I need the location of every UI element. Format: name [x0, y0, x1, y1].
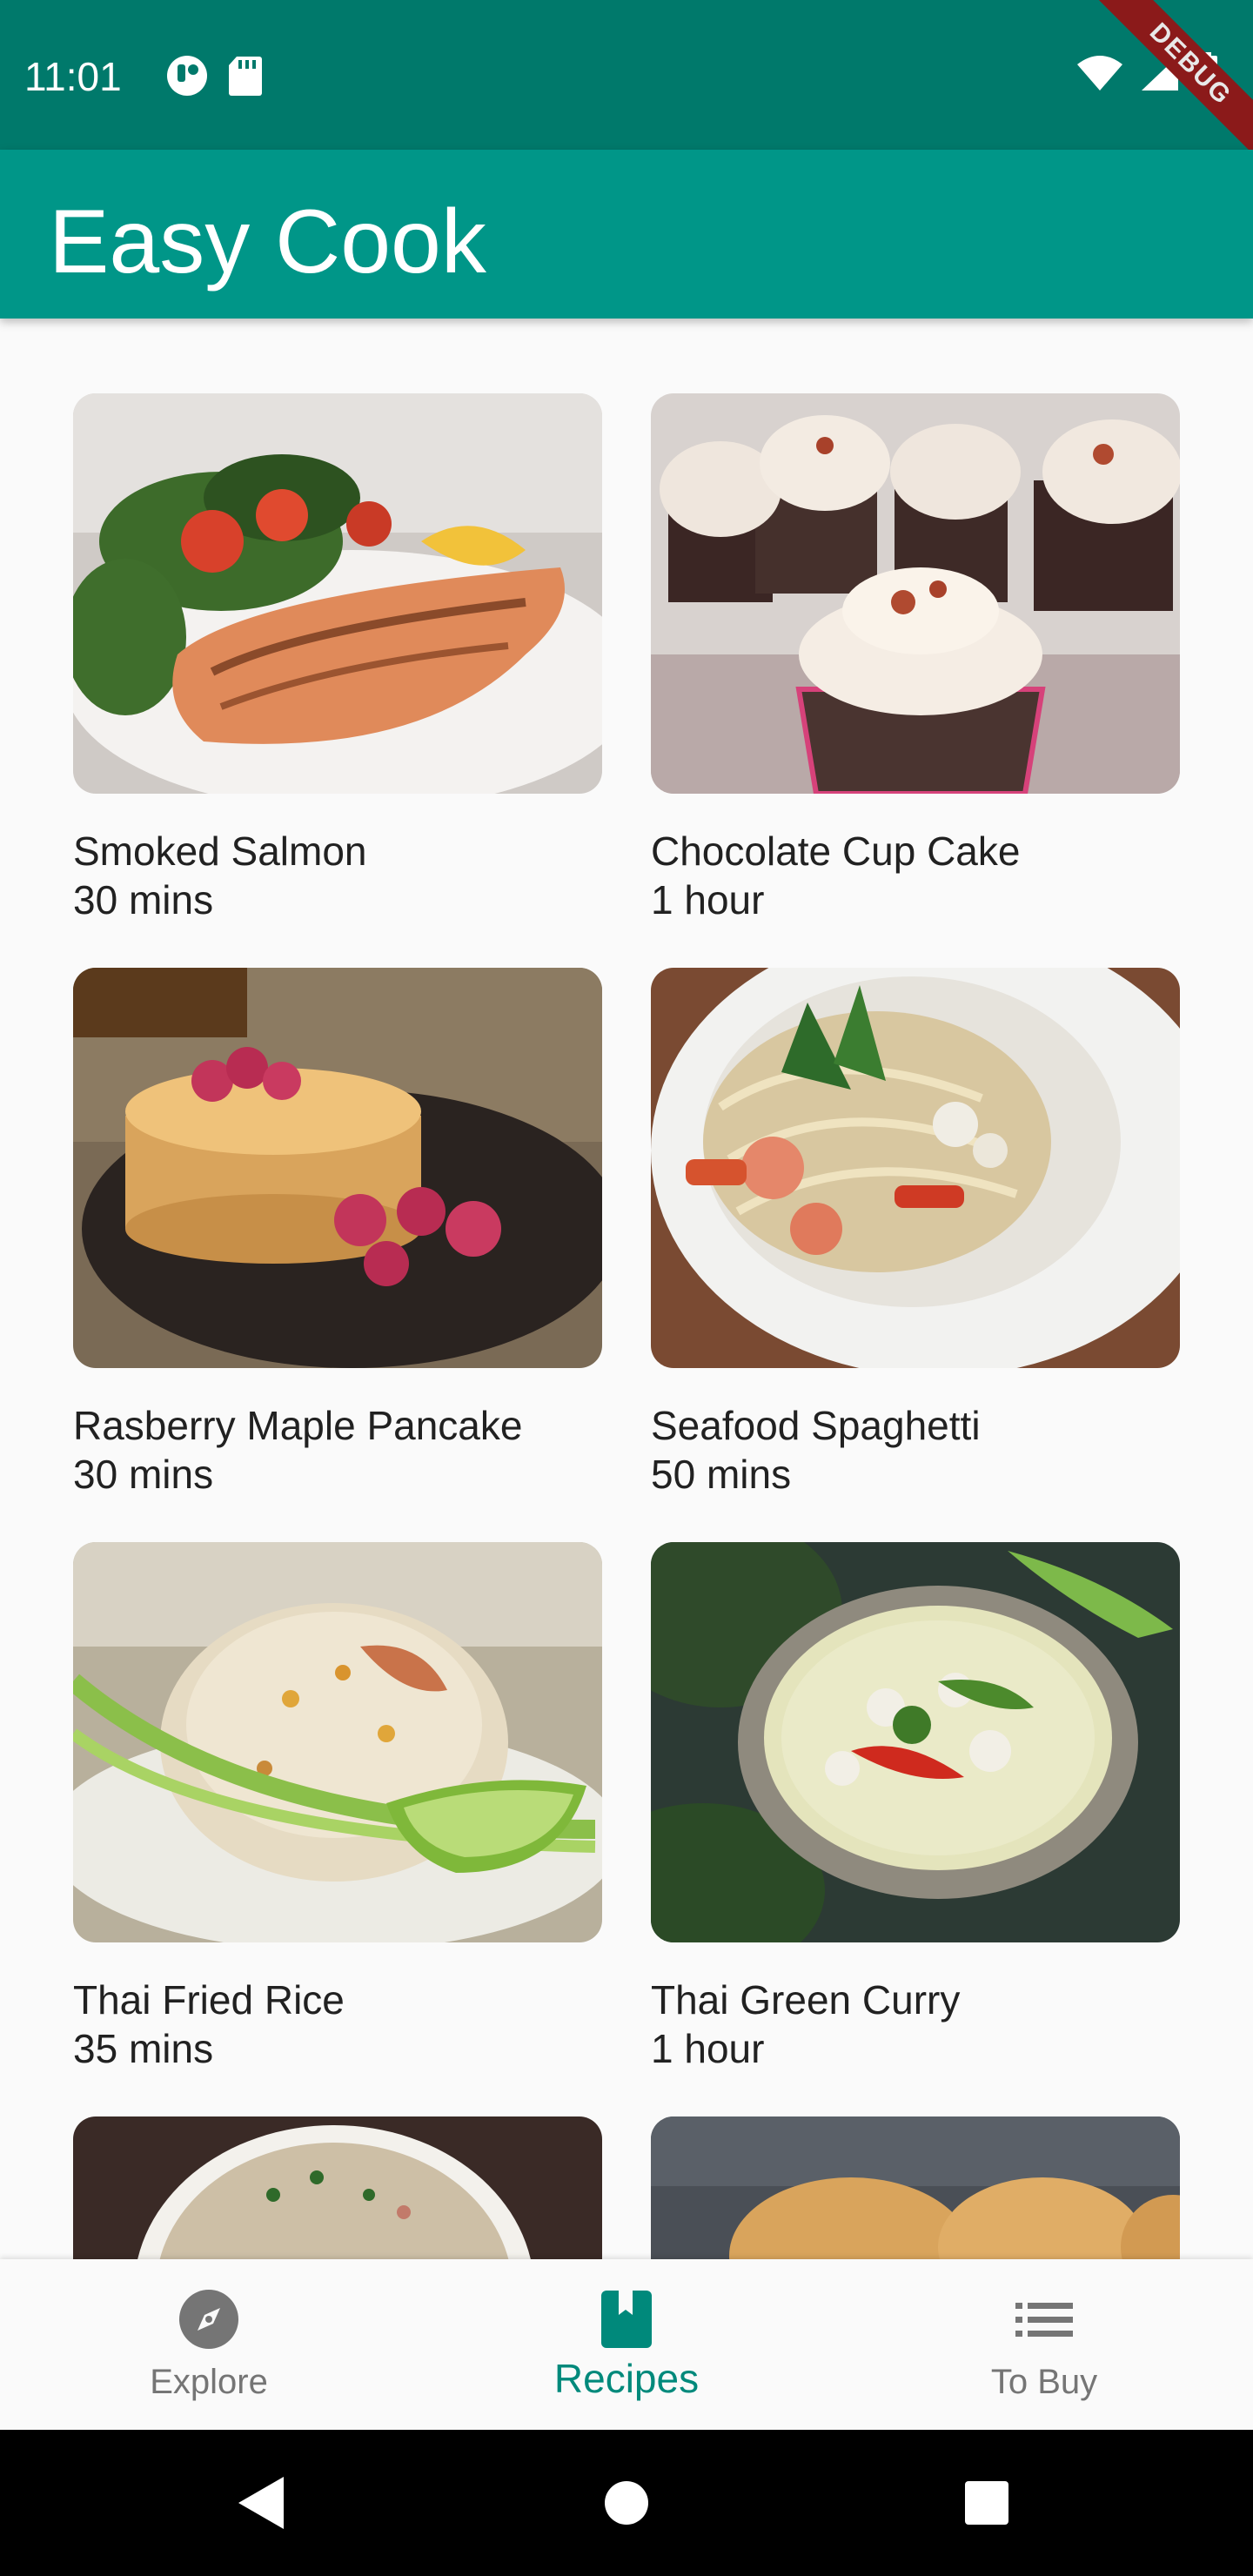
book-icon [601, 2291, 652, 2348]
recipe-card[interactable]: Smoked Salmon 30 mins [73, 393, 602, 924]
recipe-card[interactable]: Chocolate Cup Cake 1 hour [651, 393, 1180, 924]
nav-item-recipes[interactable]: Recipes [418, 2259, 835, 2430]
list-icon [1015, 2303, 1073, 2337]
recents-icon[interactable] [964, 2480, 1009, 2526]
recipe-image [73, 1542, 602, 1942]
recipe-card[interactable]: Thai Fried Rice 35 mins [73, 1542, 602, 2073]
recipe-title: Rasberry Maple Pancake [73, 1403, 523, 1448]
recipe-image [651, 968, 1180, 1368]
recipe-card[interactable]: Seafood Spaghetti 50 mins [651, 968, 1180, 1499]
recipe-image [73, 2116, 602, 2259]
nav-label-recipes: Recipes [553, 2356, 700, 2401]
nav-item-to-buy[interactable]: To Buy [835, 2259, 1253, 2430]
recipe-time: 35 mins [73, 2026, 214, 2071]
app-title: Easy Cook [49, 191, 486, 292]
recipe-title: Thai Green Curry [651, 1977, 961, 2023]
system-navigation-bar [0, 2430, 1253, 2576]
compass-icon [179, 2290, 238, 2349]
nav-item-explore[interactable]: Explore [0, 2259, 418, 2430]
recipe-card[interactable] [651, 2116, 1180, 2259]
recipe-time: 1 hour [651, 2026, 765, 2071]
status-time: 11:01 [24, 54, 122, 99]
recipe-image [73, 393, 602, 794]
recipe-image [651, 2116, 1180, 2259]
recipe-list[interactable]: Smoked Salmon 30 mins Chocolate Cup Cake… [0, 319, 1253, 2259]
recipe-title: Seafood Spaghetti [651, 1403, 981, 1448]
recipe-card[interactable]: Rasberry Maple Pancake 30 mins [73, 968, 602, 1499]
recipe-image [651, 393, 1180, 794]
home-icon[interactable] [604, 2480, 649, 2526]
app-notification-icon [167, 56, 207, 96]
recipe-image [73, 968, 602, 1368]
sd-card-icon [229, 57, 262, 96]
recipe-card[interactable]: Thai Green Curry 1 hour [651, 1542, 1180, 2073]
app-bar: Easy Cook [0, 150, 1253, 319]
recipe-title: Chocolate Cup Cake [651, 828, 1021, 874]
nav-label-to-buy: To Buy [990, 2363, 1098, 2401]
wifi-icon [1077, 56, 1122, 91]
recipe-time: 30 mins [73, 877, 214, 922]
recipe-title: Smoked Salmon [73, 828, 367, 874]
recipe-time: 1 hour [651, 877, 765, 922]
recipe-time: 30 mins [73, 1452, 214, 1497]
recipe-title: Thai Fried Rice [73, 1977, 345, 2023]
recipe-card[interactable] [73, 2116, 602, 2259]
status-bar: 11:01 DEBUG [0, 0, 1253, 171]
back-icon[interactable] [237, 2475, 285, 2531]
nav-label-explore: Explore [150, 2363, 268, 2401]
recipe-image [651, 1542, 1180, 1942]
bottom-navigation: Explore Recipes To Buy [0, 2259, 1253, 2430]
recipe-time: 50 mins [651, 1452, 792, 1497]
